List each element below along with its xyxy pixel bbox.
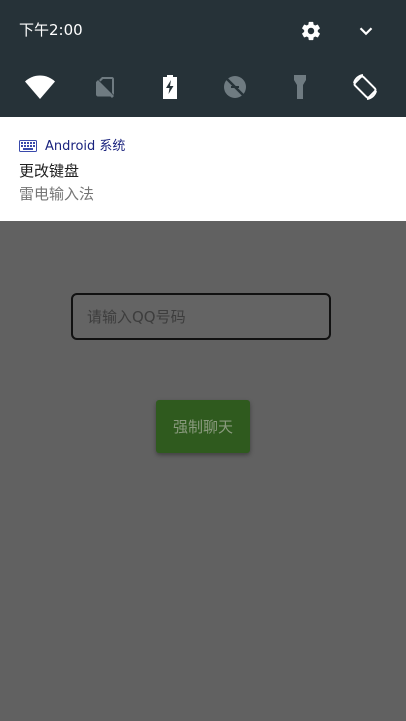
flashlight-icon[interactable] (283, 70, 317, 104)
notification-app-name: Android 系统 (45, 139, 126, 154)
data-saver-off-icon[interactable] (218, 70, 252, 104)
quick-settings-row (0, 70, 406, 104)
no-sim-icon[interactable] (88, 70, 122, 104)
keyboard-icon (19, 137, 37, 152)
battery-charging-icon[interactable] (153, 70, 187, 104)
force-chat-button[interactable]: 强制聊天 (156, 400, 250, 453)
settings-icon[interactable] (300, 20, 322, 42)
wifi-icon[interactable] (23, 70, 57, 104)
expand-chevron-icon[interactable] (355, 20, 377, 42)
auto-rotate-icon[interactable] (348, 70, 382, 104)
status-time: 下午2:00 (19, 21, 83, 39)
qq-number-input[interactable] (71, 293, 331, 340)
notification-title: 更改键盘 (19, 162, 80, 180)
notification-text: 雷电输入法 (19, 185, 95, 203)
